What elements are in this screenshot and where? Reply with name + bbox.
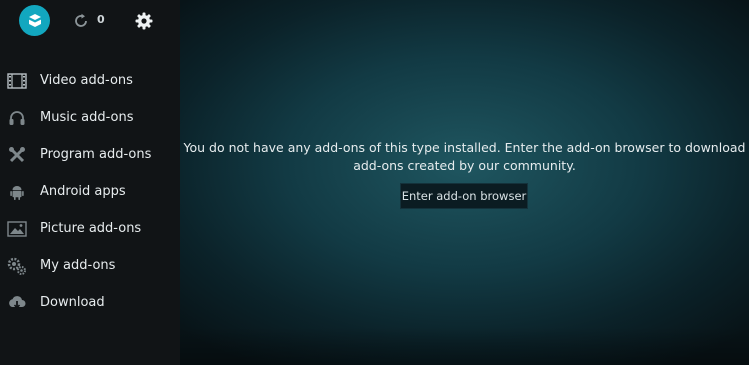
message-line-2: add-ons created by our community. (353, 158, 576, 173)
main-content: You do not have any add-ons of this type… (180, 0, 749, 365)
sidebar-item-label: Picture add-ons (40, 221, 142, 236)
headphones-icon (7, 108, 27, 128)
top-bar: 0 (0, 0, 180, 44)
picture-icon (7, 219, 27, 239)
addon-browser-button[interactable] (19, 5, 50, 36)
enter-addon-browser-button[interactable]: Enter add-on browser (400, 183, 528, 209)
sidebar-item-music-addons[interactable]: Music add-ons (0, 99, 180, 136)
sidebar-item-video-addons[interactable]: Video add-ons (0, 62, 180, 99)
film-icon (7, 71, 27, 91)
sidebar-item-label: Video add-ons (40, 73, 133, 88)
sidebar-item-label: Music add-ons (40, 110, 134, 125)
cloud-download-icon (7, 293, 27, 313)
gear-icon (135, 12, 152, 29)
sidebar-item-label: Download (40, 295, 105, 310)
refresh-icon (75, 13, 87, 27)
open-box-icon (28, 13, 41, 27)
sidebar-item-picture-addons[interactable]: Picture add-ons (0, 210, 180, 247)
sidebar-item-label: My add-ons (40, 258, 116, 273)
update-count: 0 (97, 13, 105, 26)
sidebar-item-label: Program add-ons (40, 147, 152, 162)
sidebar-item-label: Android apps (40, 184, 126, 199)
empty-state-message: You do not have any add-ons of this type… (180, 139, 749, 175)
tools-icon (7, 145, 27, 165)
android-icon (7, 182, 27, 202)
sidebar-item-program-addons[interactable]: Program add-ons (0, 136, 180, 173)
settings-button[interactable] (134, 11, 153, 30)
sidebar: 0 Video add-ons Music add-ons Program ad… (0, 0, 180, 365)
refresh-button[interactable] (72, 12, 90, 30)
message-line-1: You do not have any add-ons of this type… (183, 140, 746, 155)
sidebar-item-download[interactable]: Download (0, 284, 180, 321)
addon-category-menu: Video add-ons Music add-ons Program add-… (0, 62, 180, 321)
sidebar-item-android-apps[interactable]: Android apps (0, 173, 180, 210)
sidebar-item-my-addons[interactable]: My add-ons (0, 247, 180, 284)
gears-icon (7, 256, 27, 276)
